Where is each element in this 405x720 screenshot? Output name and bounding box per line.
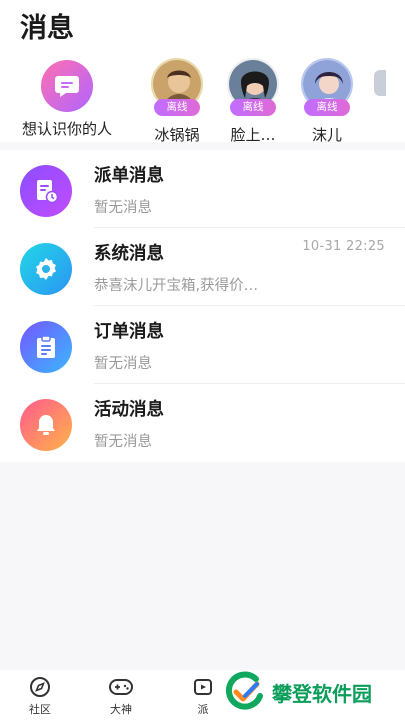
tab-label: 派: [197, 703, 209, 716]
message-title: 派单消息: [94, 166, 164, 186]
watermark-logo-icon: [225, 671, 263, 710]
message-title: 订单消息: [94, 322, 164, 342]
message-list: 派单消息 暂无消息 系统消息 10-31 22:25 恭喜沫儿开宝箱,获得价… …: [0, 150, 405, 462]
tab-label: 大神: [110, 703, 132, 716]
meet-people-label: 想认识你的人: [21, 120, 112, 138]
contacts-strip[interactable]: 想认识你的人 离线 冰锅锅 离线 脸上… 离线 沫儿: [0, 58, 405, 144]
message-title: 系统消息: [94, 244, 164, 264]
top-section: 消息 想认识你的人 离线 冰锅锅 离线 脸上… 离线 沫儿: [0, 0, 405, 144]
status-badge: 离线: [304, 99, 350, 116]
contact-name: 脸上…: [230, 126, 276, 144]
contact-name: 冰锅锅: [154, 126, 200, 144]
page-title: 消息: [20, 13, 74, 44]
message-time: 10-31 22:25: [302, 239, 385, 254]
partial-avatar[interactable]: [374, 70, 386, 96]
message-preview: 恭喜沫儿开宝箱,获得价…: [94, 278, 259, 294]
clipboard-icon: [20, 321, 72, 373]
play-icon: [194, 679, 212, 695]
tab-dispatch[interactable]: 派: [178, 676, 228, 717]
tab-masters[interactable]: 大神: [96, 676, 146, 717]
gear-icon: [20, 243, 72, 295]
message-preview: 暂无消息: [94, 434, 152, 450]
message-row-activity[interactable]: 活动消息 暂无消息: [0, 384, 405, 462]
message-preview: 暂无消息: [94, 200, 152, 216]
watermark: 攀登软件园: [222, 668, 405, 716]
contact-item[interactable]: 离线 沫儿: [287, 58, 367, 145]
dispatch-icon: [20, 165, 72, 217]
message-preview: 暂无消息: [94, 356, 152, 372]
message-title: 活动消息: [94, 400, 164, 420]
meet-people-button[interactable]: 想认识你的人: [17, 58, 117, 139]
tab-label: 社区: [29, 703, 51, 716]
contact-item[interactable]: 离线 冰锅锅: [137, 58, 217, 145]
chat-bubble-icon: [41, 60, 93, 112]
bell-icon: [20, 399, 72, 451]
status-badge: 离线: [154, 99, 200, 116]
message-row-dispatch[interactable]: 派单消息 暂无消息: [0, 150, 405, 228]
message-row-system[interactable]: 系统消息 10-31 22:25 恭喜沫儿开宝箱,获得价…: [0, 228, 405, 306]
tab-community[interactable]: 社区: [15, 676, 65, 717]
watermark-text: 攀登软件园: [272, 681, 372, 706]
contact-name: 沫儿: [311, 126, 342, 144]
compass-icon: [30, 677, 50, 697]
status-badge: 离线: [230, 99, 276, 116]
gamepad-icon: [109, 679, 133, 695]
message-row-order[interactable]: 订单消息 暂无消息: [0, 306, 405, 384]
contact-item[interactable]: 离线 脸上…: [213, 58, 293, 145]
